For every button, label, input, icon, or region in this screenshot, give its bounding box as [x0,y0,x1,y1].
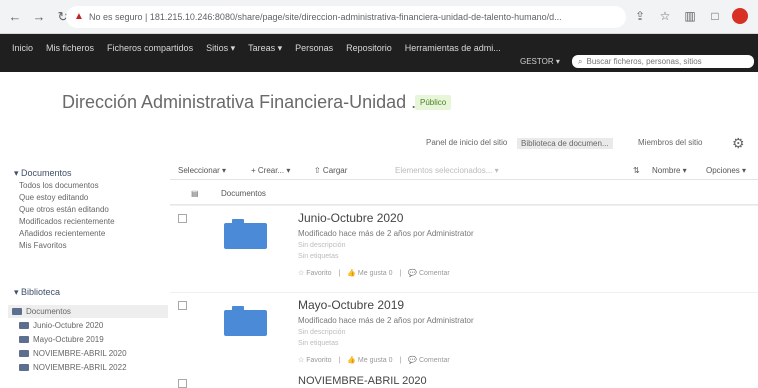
options-menu[interactable]: Opciones ▾ [706,166,746,175]
like-link[interactable]: 👍 Me gusta 0 [347,270,392,277]
separator: | [338,357,341,364]
browser-toolbar: ← → ↻ ▲ No es seguro | 181.215.10.246:80… [0,0,758,34]
folder-icon [19,350,29,358]
nav-sitios[interactable]: Sitios ▾ [206,43,235,54]
select-menu[interactable]: Seleccionar ▾ [178,166,226,175]
user-menu[interactable]: GESTOR ▾ [520,57,560,66]
item-title[interactable]: NOVIEMBRE-ABRIL 2020 [298,375,427,387]
sort-menu[interactable]: Nombre ▾ [652,166,687,175]
page-title[interactable]: Dirección Administrativa Financiera-Unid… [62,92,426,113]
nav-personas[interactable]: Personas [295,43,333,54]
sidebar-folder-label: NOVIEMBRE-ABRIL 2022 [33,363,127,372]
nav-ficheros-compartidos[interactable]: Ficheros compartidos [107,43,193,54]
item-checkbox[interactable] [178,301,187,310]
document-toolbar: Seleccionar ▾ + Crear... ▾ ⇧ Cargar Elem… [170,160,758,180]
sidebar: ▾ Documentos Todos los documentos Que es… [0,165,170,385]
sidebar-folder-label: Mayo-Octubre 2019 [33,335,104,344]
sort-direction-icon[interactable]: ⇅ [633,166,640,175]
documents-column-header: Documentos [221,189,266,198]
back-icon[interactable]: ← [6,8,24,26]
sidebar-library-header[interactable]: ▾ Biblioteca [14,287,60,298]
sidebar-link[interactable]: Mis Favoritos [19,241,67,250]
like-link[interactable]: 👍 Me gusta 0 [347,357,392,364]
separator: | [399,270,402,277]
sidebar-folder-label: Junio-Octubre 2020 [33,321,104,330]
sidebar-documents-header[interactable]: ▾ Documentos [14,168,72,179]
list-item: Mayo-Octubre 2019 Modificado hace más de… [170,292,758,379]
folder-icon[interactable] [224,219,267,249]
item-meta: Modificado hace más de 2 años por Admini… [298,229,474,238]
upload-button[interactable]: ⇧ Cargar [314,166,347,175]
site-nav-members[interactable]: Miembros del sitio [638,138,702,147]
nav-mis-ficheros[interactable]: Mis ficheros [46,43,94,54]
sidebar-library-root[interactable]: Documentos [12,307,71,316]
visibility-badge: Público [415,95,452,110]
sidebar-link[interactable]: Añadidos recientemente [19,229,105,238]
sidebar-library-root-label: Documentos [26,307,71,316]
nav-tareas[interactable]: Tareas ▾ [248,43,282,54]
create-button[interactable]: + Crear... ▾ [251,166,290,175]
search-input[interactable] [586,57,737,66]
folder-icon [12,308,22,316]
item-actions: ☆ Favorito | 👍 Me gusta 0 | 💬 Comentar [298,356,455,364]
site-nav-library[interactable]: Biblioteca de documen... [517,138,613,149]
folder-icon[interactable] [224,306,267,336]
browser-actions: ⇪ ☆ ▥ □ [632,8,748,24]
share-icon[interactable]: ⇪ [632,8,648,24]
item-checkbox[interactable] [178,379,187,388]
reading-list-icon[interactable]: ▥ [682,8,698,24]
document-column-icon: ▤ [191,189,199,198]
selected-items-menu[interactable]: Elementos seleccionados... ▾ [395,166,499,175]
sidebar-folder[interactable]: NOVIEMBRE-ABRIL 2020 [19,349,127,358]
search-icon: ⌕ [578,56,583,66]
sidebar-folder-label: NOVIEMBRE-ABRIL 2020 [33,349,127,358]
item-actions: ☆ Favorito | 👍 Me gusta 0 | 💬 Comentar [298,269,455,277]
search-box[interactable]: ⌕ [572,55,754,68]
item-title[interactable]: Mayo-Octubre 2019 [298,298,404,312]
star-icon[interactable]: ☆ [657,8,673,24]
item-tags: Sin etiquetas [298,340,339,347]
folder-icon [19,364,29,372]
suite-bar: Inicio Mis ficheros Ficheros compartidos… [0,34,758,72]
address-bar[interactable]: ▲ No es seguro | 181.215.10.246:8080/sha… [66,6,626,28]
gear-icon[interactable]: ⚙ [732,135,745,152]
site-nav: Panel de inicio del sitio Biblioteca de … [0,138,758,154]
separator: | [399,357,402,364]
item-description: Sin descripción [298,329,346,336]
tab-icon[interactable]: □ [707,8,723,24]
favorite-link[interactable]: ☆ Favorito [298,357,332,364]
suite-nav: Inicio Mis ficheros Ficheros compartidos… [12,43,514,54]
nav-herramientas[interactable]: Herramientas de admi... [405,43,501,54]
warning-icon: ▲ [74,11,84,22]
sidebar-link[interactable]: Que otros están editando [19,205,109,214]
list-header: ▤ Documentos [170,181,758,205]
url-text[interactable]: No es seguro | 181.215.10.246:8080/share… [89,12,562,22]
comment-link[interactable]: 💬 Comentar [408,357,449,364]
item-title[interactable]: Junio-Octubre 2020 [298,211,403,225]
folder-icon [19,322,29,330]
sidebar-folder[interactable]: Mayo-Octubre 2019 [19,335,104,344]
item-meta: Modificado hace más de 2 años por Admini… [298,316,474,325]
nav-repositorio[interactable]: Repositorio [346,43,392,54]
comment-link[interactable]: 💬 Comentar [408,270,449,277]
item-tags: Sin etiquetas [298,253,339,260]
sidebar-link[interactable]: Todos los documentos [19,181,99,190]
sidebar-folder[interactable]: Junio-Octubre 2020 [19,321,103,330]
profile-avatar[interactable] [732,8,748,24]
favorite-link[interactable]: ☆ Favorito [298,270,332,277]
nav-inicio[interactable]: Inicio [12,43,33,54]
list-item: Junio-Octubre 2020 Modificado hace más d… [170,205,758,292]
item-checkbox[interactable] [178,214,187,223]
sidebar-link[interactable]: Que estoy editando [19,193,88,202]
sidebar-link[interactable]: Modificados recientemente [19,217,115,226]
sidebar-folder[interactable]: NOVIEMBRE-ABRIL 2022 [19,363,127,372]
site-nav-dashboard[interactable]: Panel de inicio del sitio [426,138,507,147]
forward-icon[interactable]: → [30,8,48,26]
folder-icon [19,336,29,344]
item-description: Sin descripción [298,242,346,249]
separator: | [338,270,341,277]
